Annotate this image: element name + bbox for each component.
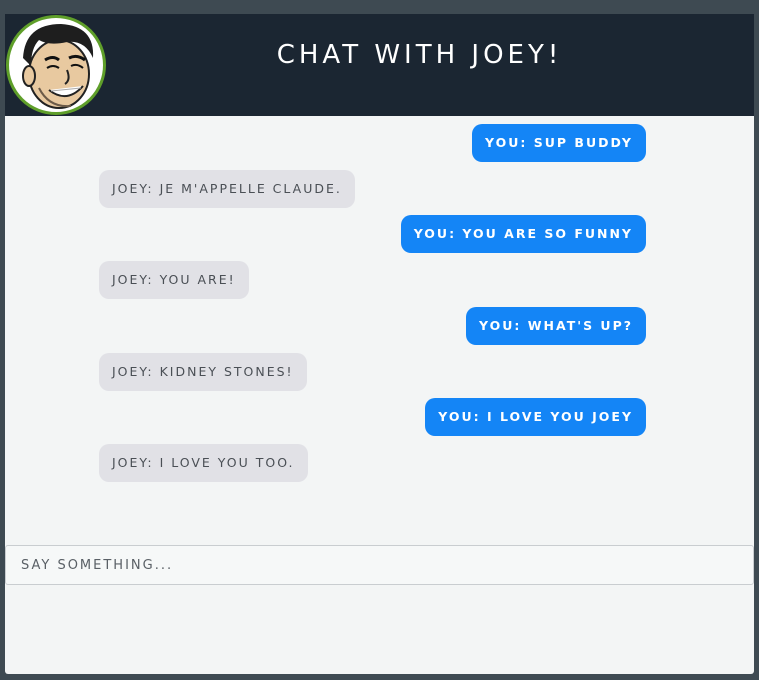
chat-header: CHAT WITH JOEY!: [5, 14, 754, 116]
message-bubble-you: YOU: WHAT'S UP?: [466, 307, 646, 345]
message-bubble-joey: JOEY: YOU ARE!: [99, 261, 249, 299]
message-input-container: [5, 545, 754, 585]
message-bubble-joey: JOEY: KIDNEY STONES!: [99, 353, 307, 391]
chat-title: CHAT WITH JOEY!: [276, 40, 563, 70]
message-bubble-you: YOU: I LOVE YOU JOEY: [425, 398, 646, 436]
message-bubble-you: YOU: YOU ARE SO FUNNY: [400, 215, 646, 253]
chat-window: CHAT WITH JOEY! YOU: SUP BUDDY JOEY: JE …: [5, 14, 754, 674]
message-bubble-you: YOU: SUP BUDDY: [472, 124, 646, 162]
message-bubble-joey: JOEY: JE M'APPELLE CLAUDE.: [99, 170, 355, 208]
message-bubble-joey: JOEY: I LOVE YOU TOO.: [99, 444, 308, 482]
message-input[interactable]: [6, 546, 753, 584]
